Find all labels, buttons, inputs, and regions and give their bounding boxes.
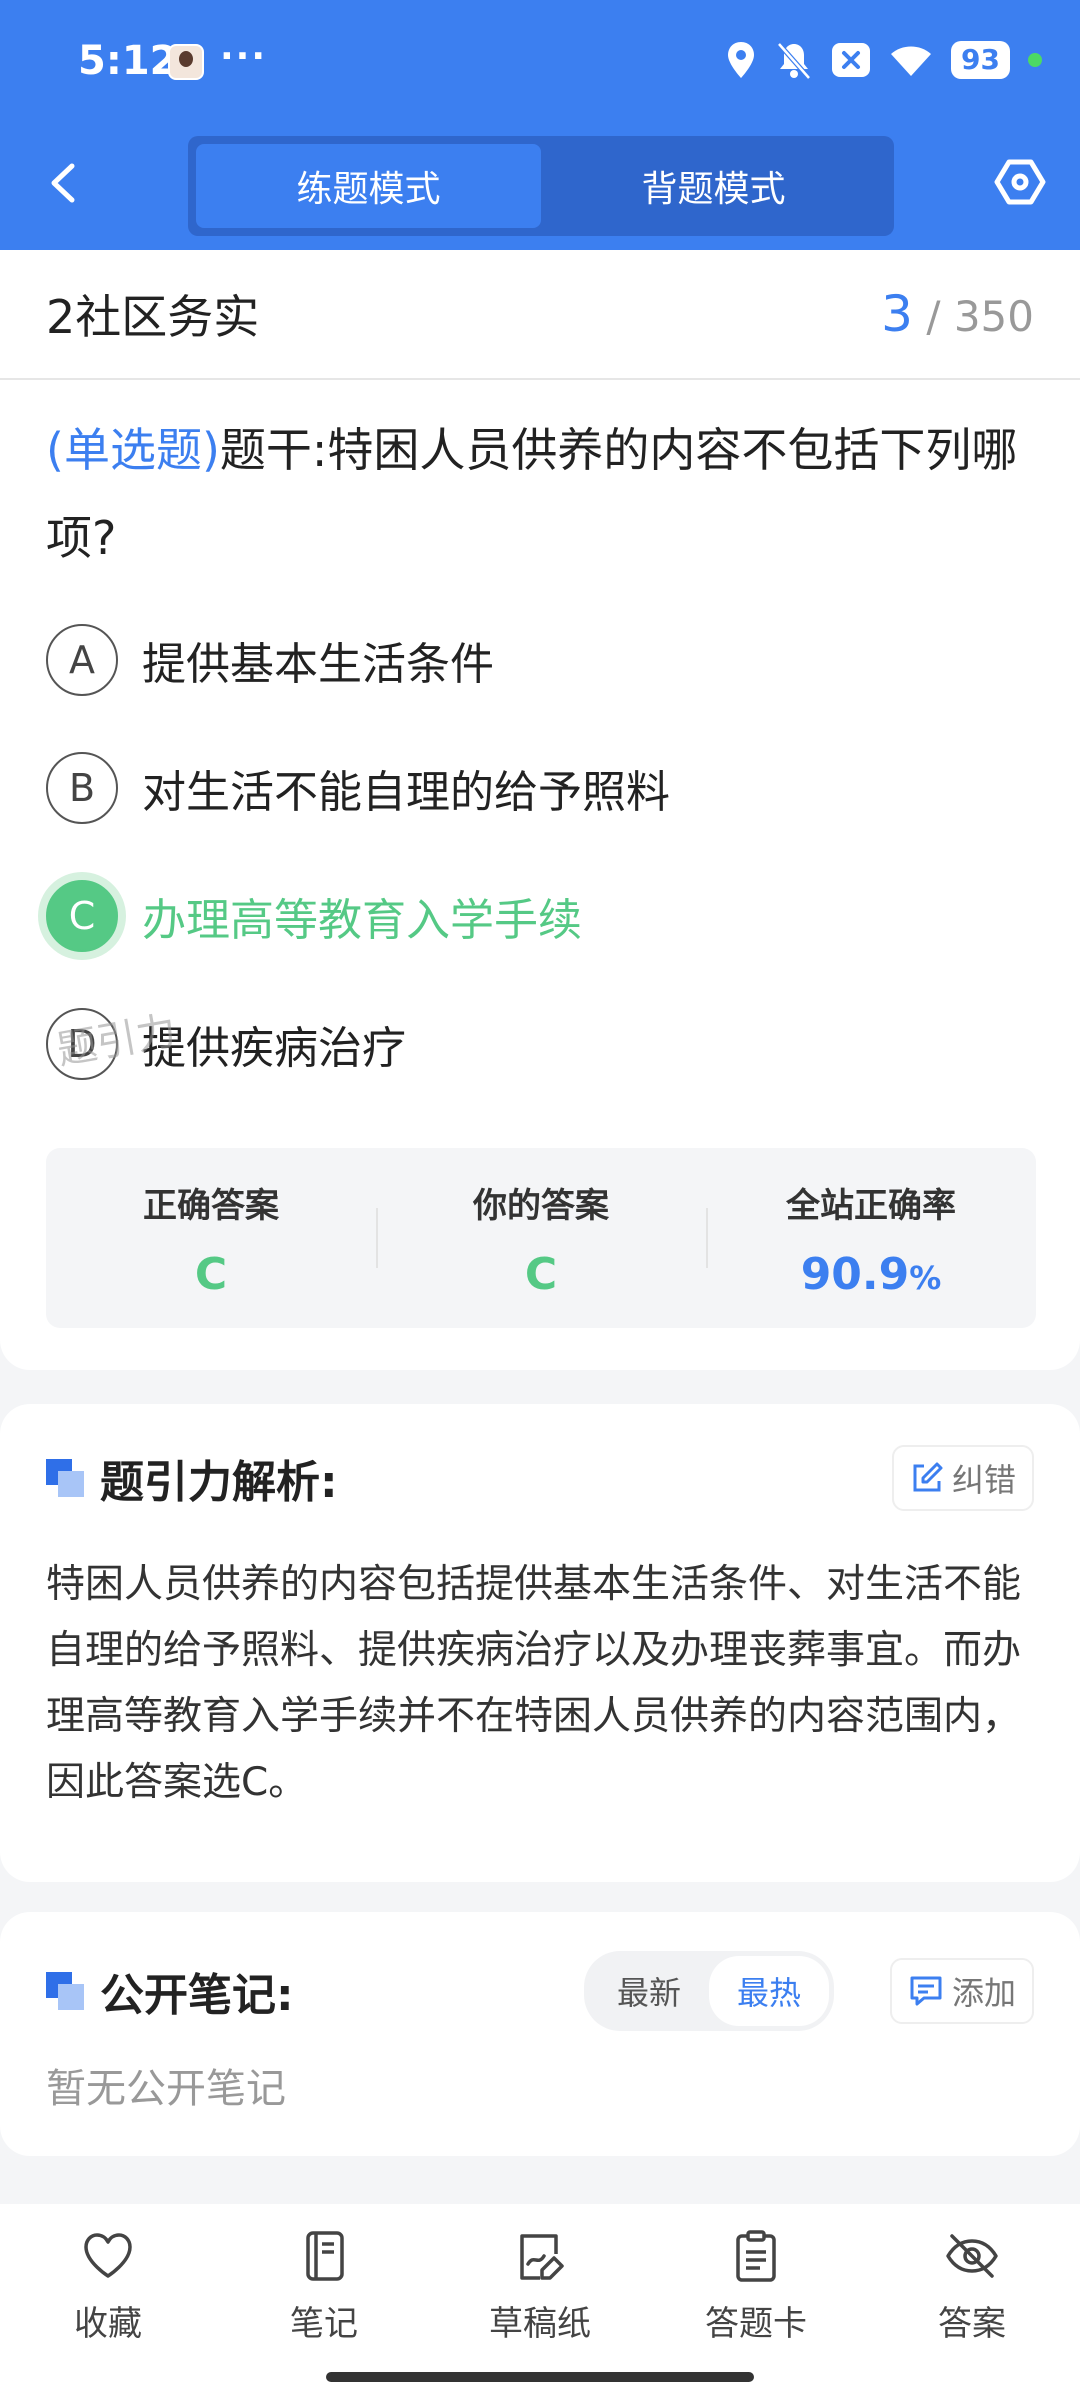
notes-header: 公开笔记: 最新 最热 添加 xyxy=(46,1912,1034,2070)
status-icons: 93 xyxy=(725,40,1042,80)
nav-label: 收藏 xyxy=(74,2304,142,2344)
tab-practice-mode[interactable]: 练题模式 xyxy=(196,144,541,228)
section-squares-icon xyxy=(46,1972,84,2010)
analysis-text: 特困人员供养的内容包括提供基本生活条件、对生活不能自理的给予照料、提供疾病治疗以… xyxy=(46,1562,1022,1805)
report-error-label: 纠错 xyxy=(951,1461,1016,1499)
edit-icon xyxy=(913,1462,943,1492)
analysis-title: 题引力解析: xyxy=(46,1446,338,1510)
option-letter: B xyxy=(46,752,118,824)
sort-hottest[interactable]: 最热 xyxy=(708,1956,829,2026)
comment-icon xyxy=(910,1976,942,2006)
nav-favorite[interactable]: 收藏 xyxy=(0,2204,216,2400)
status-time: 5:12 xyxy=(78,38,178,84)
battery-indicator: 93 xyxy=(951,41,1010,79)
section-title: 2社区务实 xyxy=(46,290,260,344)
correct-answer-label: 正确答案 xyxy=(143,1186,279,1226)
nav-answer[interactable]: 答案 xyxy=(864,2204,1080,2400)
accuracy-number: 90.9 xyxy=(800,1249,910,1300)
accuracy-unit: % xyxy=(909,1259,942,1297)
nav-draft[interactable]: 草稿纸 xyxy=(432,2204,648,2400)
draft-icon xyxy=(520,2234,564,2280)
tab-memorize-mode[interactable]: 背题模式 xyxy=(541,144,886,228)
location-icon xyxy=(728,42,755,78)
header: 5:12 ··· 93 练题模式 背题模式 xyxy=(0,0,1080,250)
option-a[interactable]: A 提供基本生活条件 xyxy=(0,596,1080,724)
accuracy-col: 全站正确率 90.9% xyxy=(706,1148,1036,1328)
question-type: (单选题) xyxy=(46,423,220,477)
bell-muted-icon xyxy=(777,42,811,80)
question-card: 2社区务实 3 / 350 (单选题)题干:特困人员供养的内容不包括下列哪项? … xyxy=(0,250,1080,1370)
notification-avatar-icon xyxy=(168,44,204,80)
analysis-header: 题引力解析: 纠错 xyxy=(46,1404,1034,1552)
notes-empty-text: 暂无公开笔记 xyxy=(46,2066,286,2112)
option-c[interactable]: C 办理高等教育入学手续 xyxy=(0,852,1080,980)
correct-answer-col: 正确答案 C xyxy=(46,1148,376,1328)
nav-answer-sheet[interactable]: 答题卡 xyxy=(648,2204,864,2400)
option-text: 提供基本生活条件 xyxy=(142,639,494,690)
add-note-button[interactable]: 添加 xyxy=(889,1958,1034,2024)
eye-off-icon xyxy=(946,2234,998,2278)
close-box-icon xyxy=(832,43,871,77)
clipboard-icon xyxy=(736,2230,776,2282)
your-answer-label: 你的答案 xyxy=(473,1186,609,1226)
current-question-number: 3 xyxy=(881,285,913,343)
bottom-nav: 收藏 笔记 草稿纸 答题卡 答案 xyxy=(0,2204,1080,2400)
section-row: 2社区务实 3 / 350 xyxy=(0,250,1080,380)
report-error-button[interactable]: 纠错 xyxy=(891,1445,1034,1511)
notes-title-text: 公开笔记: xyxy=(100,1970,294,2021)
correct-answer-value: C xyxy=(194,1249,228,1300)
question-stem: (单选题)题干:特困人员供养的内容不包括下列哪项? xyxy=(0,380,1080,582)
analysis-card: 题引力解析: 纠错 特困人员供养的内容包括提供基本生活条件、对生活不能自理的给予… xyxy=(0,1404,1080,1882)
your-answer-value: C xyxy=(524,1249,558,1300)
notebook-icon xyxy=(306,2231,344,2281)
section-squares-icon xyxy=(46,1459,84,1497)
accuracy-label: 全站正确率 xyxy=(786,1186,956,1226)
option-text: 对生活不能自理的给予照料 xyxy=(142,767,670,818)
accuracy-value: 90.9% xyxy=(801,1249,942,1300)
option-letter: A xyxy=(46,624,118,696)
question-counter: 3 / 350 xyxy=(881,285,1034,343)
nav-label: 答案 xyxy=(938,2304,1006,2344)
option-letter: C xyxy=(46,880,118,952)
sort-newest[interactable]: 最新 xyxy=(589,1956,709,2026)
nav-label: 草稿纸 xyxy=(489,2304,591,2344)
settings-hexagon-icon[interactable] xyxy=(994,156,1046,208)
wifi-icon xyxy=(891,46,932,76)
add-note-label: 添加 xyxy=(951,1974,1016,2012)
nav-label: 答题卡 xyxy=(705,2304,807,2344)
notes-sort-toggle: 最新 最热 xyxy=(583,1951,834,2031)
analysis-title-text: 题引力解析: xyxy=(100,1457,338,1508)
nav-notes[interactable]: 笔记 xyxy=(216,2204,432,2400)
home-indicator[interactable] xyxy=(326,2372,754,2382)
mode-toggle: 练题模式 背题模式 xyxy=(188,136,894,236)
privacy-dot-icon xyxy=(1028,53,1042,67)
heart-icon xyxy=(84,2233,132,2278)
notes-title: 公开笔记: xyxy=(46,1959,294,2023)
more-notifications-indicator: ··· xyxy=(220,36,268,77)
total-questions: / 350 xyxy=(926,292,1034,341)
notes-card: 公开笔记: 最新 最热 添加 暂无公开笔记 xyxy=(0,1912,1080,2156)
back-arrow-icon[interactable] xyxy=(40,158,90,208)
option-text: 提供疾病治疗 xyxy=(142,1023,406,1074)
option-text: 办理高等教育入学手续 xyxy=(142,895,582,946)
your-answer-col: 你的答案 C xyxy=(376,1148,706,1328)
answer-summary: 正确答案 C 你的答案 C 全站正确率 90.9% xyxy=(46,1148,1036,1328)
option-b[interactable]: B 对生活不能自理的给予照料 xyxy=(0,724,1080,852)
nav-label: 笔记 xyxy=(290,2304,358,2344)
